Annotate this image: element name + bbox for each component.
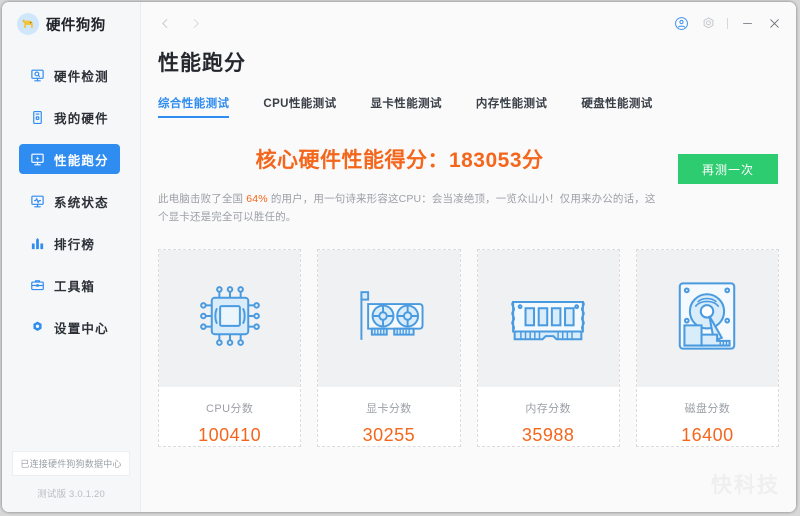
toolbar-divider <box>727 17 728 29</box>
sidebar-item-label: 设置中心 <box>54 321 109 336</box>
page-title: 性能跑分 <box>158 52 246 75</box>
app-logo: 硬件狗狗 <box>2 2 140 46</box>
sidebar-item-label: 我的硬件 <box>54 111 109 126</box>
card-value: 30255 <box>362 424 416 445</box>
desktop-tower-icon <box>29 109 45 125</box>
score-description: 此电脑击败了全国 64% 的用户，用一句诗来形容这CPU：会当凌绝顶，一览众山小… <box>158 190 666 227</box>
sidebar-item-label: 性能跑分 <box>54 153 109 168</box>
card-icon-area <box>636 249 778 387</box>
window-controls <box>673 15 782 31</box>
tab-disk[interactable]: 硬盘性能测试 <box>581 95 652 118</box>
monitor-bolt-icon <box>29 151 45 167</box>
tab-comprehensive[interactable]: 综合性能测试 <box>158 95 230 118</box>
card-label: 磁盘分数 <box>684 402 731 415</box>
chevron-right-icon[interactable] <box>187 15 203 31</box>
sidebar-item-ranking[interactable]: 排行榜 <box>19 228 120 258</box>
sidebar-item-system-status[interactable]: 系统状态 <box>19 186 120 216</box>
sidebar-item-label: 工具箱 <box>54 279 96 294</box>
navigation-buttons <box>157 15 203 31</box>
sidebar-item-toolbox[interactable]: 工具箱 <box>19 270 120 300</box>
content: 性能跑分 综合性能测试 CPU性能测试 显卡性能测试 内存性能测试 硬盘性能测试… <box>141 47 796 447</box>
dog-icon <box>17 13 39 35</box>
watermark: 快科技 <box>711 474 780 497</box>
score-cards: CPU分数 100410 显卡分数 30255 内存分数 35988 磁盘分数 … <box>158 248 796 447</box>
card-icon-area <box>477 249 619 387</box>
sidebar-item-label: 系统状态 <box>54 195 109 210</box>
user-avatar-icon[interactable] <box>673 15 689 31</box>
score-card-disk[interactable]: 磁盘分数 16400 <box>635 248 779 447</box>
gear-icon <box>29 319 45 335</box>
sidebar-item-label: 硬件检测 <box>54 69 109 84</box>
minimize-icon[interactable] <box>739 15 755 31</box>
card-icon-area <box>318 249 460 387</box>
sidebar-item-benchmark[interactable]: 性能跑分 <box>19 144 120 174</box>
sidebar-item-hardware-detect[interactable]: 硬件检测 <box>19 60 120 90</box>
beat-percentage: 64% <box>246 193 268 205</box>
card-icon-area <box>159 249 301 387</box>
main-area: 性能跑分 综合性能测试 CPU性能测试 显卡性能测试 内存性能测试 硬盘性能测试… <box>141 2 796 512</box>
tab-bar: 综合性能测试 CPU性能测试 显卡性能测试 内存性能测试 硬盘性能测试 <box>158 95 796 118</box>
desc-text-before: 此电脑击败了全国 <box>158 193 247 205</box>
version-label: 测试版 3.0.1.20 <box>37 489 105 500</box>
titlebar <box>141 2 796 44</box>
hard-disk-icon <box>672 277 742 360</box>
sidebar-nav: 硬件检测 我的硬件 性能跑分 系统状态 排行榜 工具箱 设置中心 <box>2 60 140 342</box>
chevron-left-icon[interactable] <box>157 15 173 31</box>
connection-status-badge: 已连接硬件狗狗数据中心 <box>12 451 130 476</box>
graphics-card-icon <box>348 278 430 359</box>
score-card-gpu[interactable]: 显卡分数 30255 <box>317 248 461 447</box>
app-name: 硬件狗狗 <box>46 17 106 34</box>
card-label: CPU分数 <box>206 402 254 415</box>
sidebar: 硬件狗狗 硬件检测 我的硬件 性能跑分 系统状态 排行榜 工具箱 设置中心 已连… <box>2 2 141 512</box>
card-label: 显卡分数 <box>366 402 412 415</box>
monitor-search-icon <box>29 67 45 83</box>
tab-cpu[interactable]: CPU性能测试 <box>263 95 336 118</box>
tab-memory[interactable]: 内存性能测试 <box>476 95 547 118</box>
score-card-memory[interactable]: 内存分数 35988 <box>476 248 620 447</box>
card-value: 35988 <box>521 424 575 445</box>
card-value: 100410 <box>198 424 262 445</box>
card-label: 内存分数 <box>525 402 571 415</box>
score-card-cpu[interactable]: CPU分数 100410 <box>158 248 302 447</box>
sidebar-footer: 已连接硬件狗狗数据中心 测试版 3.0.1.20 <box>2 451 140 500</box>
monitor-pulse-icon <box>29 193 45 209</box>
cpu-chip-icon <box>192 278 268 359</box>
app-window: 硬件狗狗 硬件检测 我的硬件 性能跑分 系统状态 排行榜 工具箱 设置中心 已连… <box>2 2 796 512</box>
memory-ram-icon <box>505 285 591 352</box>
sidebar-item-label: 排行榜 <box>54 237 96 252</box>
card-value: 16400 <box>681 424 734 445</box>
score-summary: 核心硬件性能得分：183053分 此电脑击败了全国 64% 的用户，用一句诗来形… <box>158 144 796 227</box>
retest-button[interactable]: 再测一次 <box>678 154 778 184</box>
toolbox-icon <box>29 277 45 293</box>
sidebar-item-my-hardware[interactable]: 我的硬件 <box>19 102 120 132</box>
close-icon[interactable] <box>766 15 782 31</box>
tab-gpu[interactable]: 显卡性能测试 <box>371 95 442 118</box>
bar-chart-icon <box>29 235 45 251</box>
gear-icon[interactable] <box>700 15 716 31</box>
sidebar-item-settings[interactable]: 设置中心 <box>19 312 120 342</box>
